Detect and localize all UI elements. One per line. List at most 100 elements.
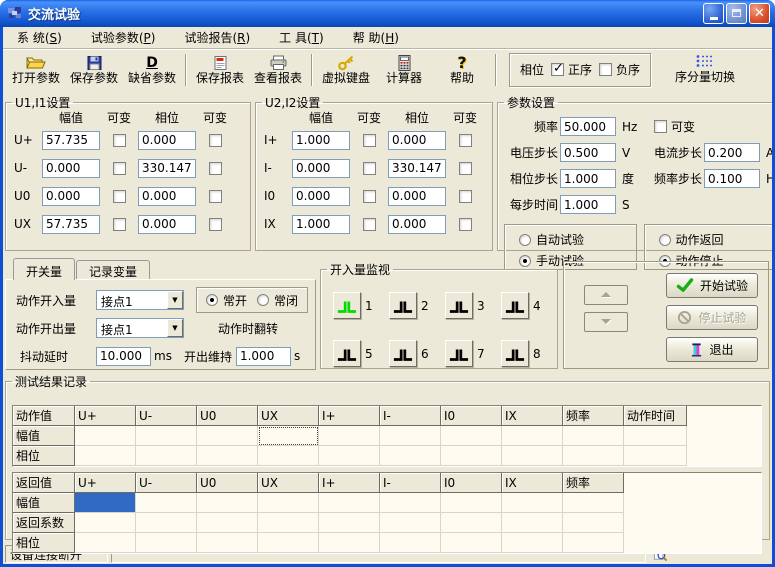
phase-variable-checkbox[interactable] [209,134,222,147]
contact-button-8[interactable] [501,340,529,367]
result-cell[interactable] [197,513,258,533]
amplitude-variable-checkbox[interactable] [363,218,376,231]
result-cell[interactable] [75,533,136,553]
result-cell[interactable] [258,426,319,446]
result-cell[interactable] [197,426,258,446]
contact-button-6[interactable] [389,340,417,367]
result-cell[interactable] [75,446,136,466]
contact-button-5[interactable] [333,340,361,367]
normally-open-radio[interactable]: 常开 [206,292,247,309]
result-cell[interactable] [502,446,563,466]
phase-variable-checkbox[interactable] [209,218,222,231]
frequency-input[interactable] [560,117,616,136]
start-test-button[interactable]: 开始试验 [666,273,758,298]
result-cell[interactable] [136,446,197,466]
menu-item-s[interactable]: 系 统(S) [7,27,72,48]
toolbar-button-question-mark[interactable]: ?帮助 [433,51,491,88]
current-step-input[interactable] [704,143,760,162]
result-cell[interactable] [319,446,380,466]
chevron-down-icon[interactable]: ▼ [167,291,183,309]
result-cell[interactable] [319,493,380,513]
titlebar[interactable]: 交流试验 ✕ [0,0,775,27]
u1-amplitude-input[interactable] [42,131,100,150]
exit-button[interactable]: 退出 [666,337,758,362]
maximize-button[interactable] [726,3,747,24]
result-cell[interactable] [258,446,319,466]
phase-step-input[interactable] [560,169,616,188]
close-button[interactable]: ✕ [749,3,770,24]
u1-amplitude-input[interactable] [42,187,100,206]
tab-record-variable[interactable]: 记录变量 [76,260,150,279]
amplitude-variable-checkbox[interactable] [363,134,376,147]
phase-variable-checkbox[interactable] [459,134,472,147]
positive-sequence-checkbox[interactable]: 正序 [551,61,592,78]
result-cell[interactable] [75,513,136,533]
result-cell[interactable] [441,513,502,533]
u2-phase-input[interactable] [388,215,446,234]
result-cell[interactable] [75,426,136,446]
scroll-up-button[interactable] [584,285,628,305]
u2-phase-input[interactable] [388,187,446,206]
result-cell[interactable] [197,446,258,466]
toolbar-button-floppy-disk[interactable]: 保存参数 [65,51,123,88]
result-cell[interactable] [563,446,624,466]
amplitude-variable-checkbox[interactable] [363,190,376,203]
result-cell[interactable] [319,533,380,553]
u1-phase-input[interactable] [138,159,196,178]
phase-variable-checkbox[interactable] [459,190,472,203]
step-time-input[interactable] [560,195,616,214]
voltage-step-input[interactable] [560,143,616,162]
u1-amplitude-input[interactable] [42,215,100,234]
menu-item-p[interactable]: 试验参数(P) [81,27,166,48]
menu-item-h[interactable]: 帮 助(H) [343,27,409,48]
result-cell[interactable] [502,426,563,446]
amplitude-variable-checkbox[interactable] [113,134,126,147]
stop-test-button[interactable]: 停止试验 [666,305,758,330]
toolbar-button-calculator[interactable]: 计算器 [375,51,433,88]
result-cell[interactable] [75,493,136,513]
toolbar-button-default-d[interactable]: D缺省参数 [123,51,181,88]
result-cell[interactable] [258,533,319,553]
result-cell[interactable] [441,533,502,553]
phase-variable-checkbox[interactable] [209,190,222,203]
result-cell[interactable] [258,513,319,533]
amplitude-variable-checkbox[interactable] [363,162,376,175]
result-cell[interactable] [197,533,258,553]
result-cell[interactable] [624,426,687,446]
sequence-toggle-button[interactable]: 序分量切换 [675,54,735,85]
result-cell[interactable] [136,493,197,513]
result-cell[interactable] [380,446,441,466]
result-cell[interactable] [441,493,502,513]
toolbar-button-key[interactable]: 虚拟键盘 [317,51,375,88]
result-cell[interactable] [380,533,441,553]
u1-phase-input[interactable] [138,131,196,150]
contact-button-1[interactable] [333,292,361,319]
result-cell[interactable] [563,513,624,533]
result-cell[interactable] [563,533,624,553]
toolbar-button-save-report[interactable]: 保存报表 [191,51,249,88]
result-cell[interactable] [319,513,380,533]
result-cell[interactable] [502,493,563,513]
frequency-step-input[interactable] [704,169,760,188]
u2-amplitude-input[interactable] [292,159,350,178]
result-cell[interactable] [624,446,687,466]
result-cell[interactable] [136,513,197,533]
u1-phase-input[interactable] [138,215,196,234]
auto-test-radio[interactable]: 自动试验 [519,231,636,248]
amplitude-variable-checkbox[interactable] [113,190,126,203]
negative-sequence-checkbox[interactable]: 负序 [599,61,640,78]
result-cell[interactable] [441,426,502,446]
u2-amplitude-input[interactable] [292,187,350,206]
action-output-select[interactable]: 接点1 ▼ [96,318,184,338]
result-cell[interactable] [380,426,441,446]
tab-switch-quantity[interactable]: 开关量 [13,258,75,280]
u2-phase-input[interactable] [388,131,446,150]
action-return-radio[interactable]: 动作返回 [659,231,773,248]
phase-variable-checkbox[interactable] [459,218,472,231]
minimize-button[interactable] [703,3,724,24]
toolbar-button-printer[interactable]: 查看报表 [249,51,307,88]
result-cell[interactable] [502,513,563,533]
phase-variable-checkbox[interactable] [459,162,472,175]
result-cell[interactable] [502,533,563,553]
u2-phase-input[interactable] [388,159,446,178]
